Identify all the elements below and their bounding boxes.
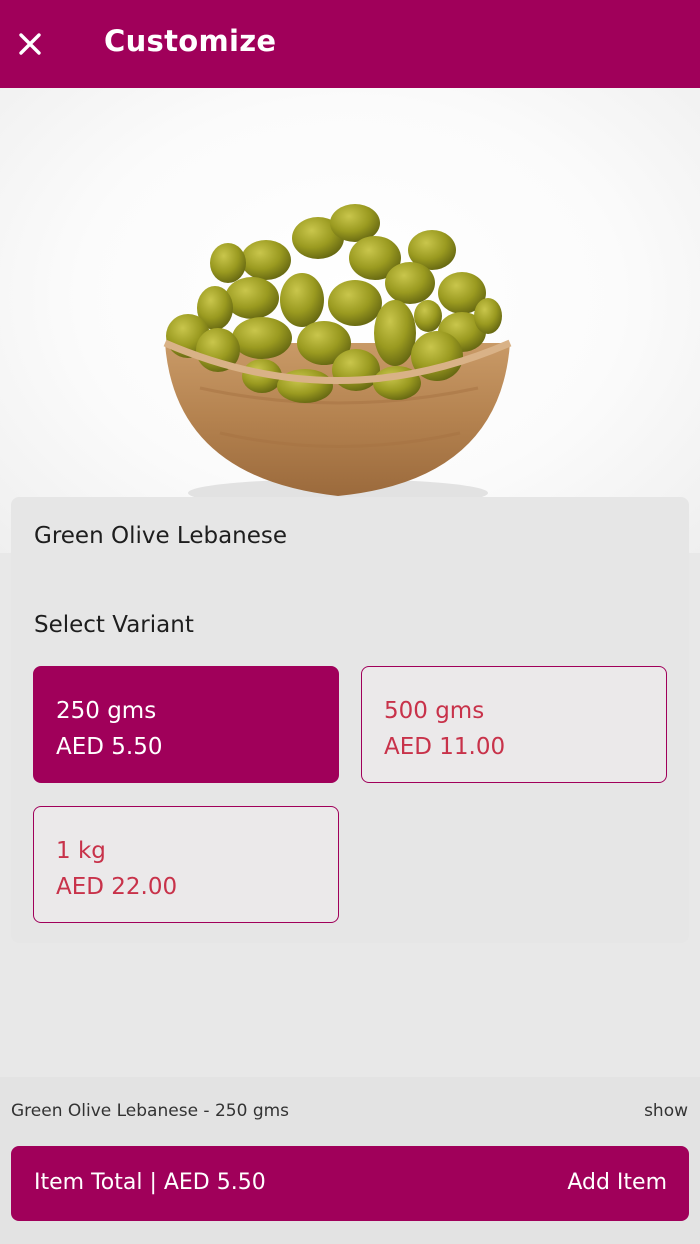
item-total: Item Total | AED 5.50 <box>34 1170 266 1195</box>
cart-summary-bar: Green Olive Lebanese - 250 gms show Item… <box>0 1077 700 1244</box>
olive-bowl-illustration <box>163 204 512 507</box>
variant-option-500-gms[interactable]: 500 gms AED 11.00 <box>361 666 667 783</box>
selection-summary: Green Olive Lebanese - 250 gms <box>11 1101 290 1121</box>
select-variant-label: Select Variant <box>34 612 194 638</box>
app-bar: Customize <box>0 0 700 88</box>
show-link[interactable]: show <box>644 1101 688 1121</box>
add-item-button[interactable]: Item Total | AED 5.50 Add Item <box>11 1146 689 1221</box>
variant-size: 250 gms <box>56 698 157 724</box>
add-item-label: Add Item <box>567 1170 667 1195</box>
variant-price: AED 5.50 <box>56 734 163 760</box>
variant-size: 500 gms <box>384 698 485 724</box>
close-icon <box>19 33 41 55</box>
close-button[interactable] <box>14 28 46 60</box>
variant-size: 1 kg <box>56 838 106 864</box>
product-name: Green Olive Lebanese <box>34 523 288 549</box>
product-image <box>0 88 700 553</box>
variant-price: AED 11.00 <box>384 734 506 760</box>
variant-option-1-kg[interactable]: 1 kg AED 22.00 <box>33 806 339 923</box>
variant-option-250-gms[interactable]: 250 gms AED 5.50 <box>33 666 339 783</box>
product-card: Green Olive Lebanese Select Variant 250 … <box>11 497 689 943</box>
variant-price: AED 22.00 <box>56 874 178 900</box>
page-title: Customize <box>104 24 277 58</box>
